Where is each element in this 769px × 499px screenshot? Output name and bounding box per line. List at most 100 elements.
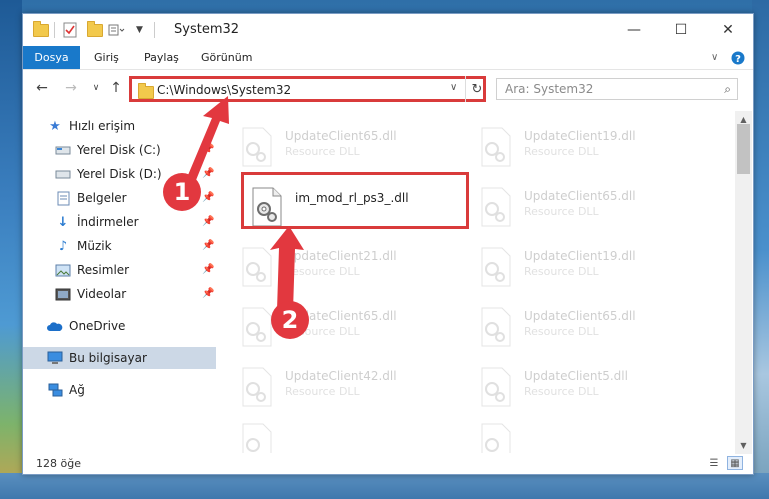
minimize-button[interactable]: — xyxy=(611,14,657,45)
search-input[interactable]: Ara: System32 xyxy=(505,82,593,96)
expand-ribbon-icon[interactable]: ∨ xyxy=(711,46,718,69)
sidebar-item-music[interactable]: ♪ Müzik xyxy=(55,235,215,257)
pin-icon[interactable]: 📌 xyxy=(202,288,214,299)
list-item[interactable]: UpdateClient21.dll Resource DLL xyxy=(233,245,433,295)
sidebar-item-label: Müzik xyxy=(77,239,112,253)
pin-icon[interactable]: 📌 xyxy=(202,264,214,275)
list-item[interactable]: UpdateClient65.dll Resource DLL xyxy=(472,185,672,235)
sidebar-item-label: Belgeler xyxy=(77,191,127,205)
sidebar-item-videos[interactable]: Videolar xyxy=(55,283,215,305)
tab-file[interactable]: Dosya xyxy=(23,46,80,69)
desktop-wallpaper-left xyxy=(0,0,22,499)
sidebar-item-label: Yerel Disk (C:) xyxy=(77,143,161,157)
maximize-button[interactable]: ☐ xyxy=(658,14,704,45)
tab-view[interactable]: Görünüm xyxy=(201,46,252,69)
list-item[interactable]: UpdateClient65.dll Resource DLL xyxy=(472,305,672,355)
dll-file-icon xyxy=(241,307,273,347)
downloads-icon: ↓ xyxy=(57,214,69,230)
computer-icon xyxy=(47,350,63,366)
file-highlight-box xyxy=(241,172,469,229)
tab-home[interactable]: Giriş xyxy=(94,46,119,69)
close-button[interactable]: ✕ xyxy=(705,14,751,45)
recent-locations-button[interactable]: ∨ xyxy=(86,78,106,98)
search-icon[interactable]: ⌕ xyxy=(724,82,731,97)
pin-icon[interactable]: 📌 xyxy=(202,192,214,203)
up-button[interactable]: ↑ xyxy=(106,78,126,98)
title-separator xyxy=(154,21,155,39)
desktop-wallpaper-bottom xyxy=(0,473,769,499)
list-item[interactable]: UpdateClient19.dll Resource DLL xyxy=(472,125,672,175)
star-icon: ★ xyxy=(49,118,61,134)
file-name: UpdateClient19.dll xyxy=(524,249,636,263)
file-type: Resource DLL xyxy=(524,325,599,338)
pin-icon[interactable]: 📌 xyxy=(202,168,214,179)
sidebar-item-quick-access[interactable]: ★ Hızlı erişim xyxy=(47,115,135,137)
dll-file-icon xyxy=(480,127,512,167)
sidebar-item-label: Videolar xyxy=(77,287,127,301)
window-title: System32 xyxy=(174,22,240,37)
dll-file-icon xyxy=(241,247,273,287)
dll-file-icon xyxy=(480,423,512,453)
ribbon-tabs: Dosya Giriş Paylaş Görünüm ∨ ? xyxy=(23,46,753,70)
dll-file-icon xyxy=(241,423,273,453)
title-bar: ▼ System32 — ☐ ✕ xyxy=(23,14,753,46)
file-type: Resource DLL xyxy=(285,145,360,158)
properties-icon[interactable] xyxy=(63,21,77,39)
sidebar-item-onedrive[interactable]: OneDrive xyxy=(47,315,125,337)
sidebar-item-this-pc[interactable]: Bu bilgisayar xyxy=(23,347,216,369)
dll-file-icon xyxy=(480,367,512,407)
pin-icon[interactable]: 📌 xyxy=(202,144,214,155)
dll-file-icon xyxy=(241,367,273,407)
sidebar-item-label: Resimler xyxy=(77,263,130,277)
sidebar-item-label: Ağ xyxy=(69,383,85,397)
music-icon: ♪ xyxy=(58,238,68,254)
pin-icon[interactable]: 📌 xyxy=(202,216,214,227)
refresh-icon[interactable]: ↻ xyxy=(465,76,488,102)
file-name: UpdateClient5.dll xyxy=(524,369,628,383)
pin-icon[interactable]: 📌 xyxy=(202,240,214,251)
details-view-icon[interactable]: ☰ xyxy=(706,456,722,470)
address-path[interactable]: C:\Windows\System32 xyxy=(157,83,291,97)
quick-access-folder-icon[interactable] xyxy=(33,20,49,39)
scroll-thumb[interactable] xyxy=(737,124,750,174)
sidebar-item-network[interactable]: Ağ xyxy=(47,379,85,401)
list-item[interactable]: UpdateClient19.dll Resource DLL xyxy=(472,245,672,295)
list-item[interactable]: UpdateClient42.dll Resource DLL xyxy=(233,365,433,415)
view-options-icon[interactable] xyxy=(108,21,126,39)
file-name: UpdateClient65.dll xyxy=(285,129,397,143)
cloud-icon xyxy=(47,318,63,334)
list-item[interactable] xyxy=(233,421,433,453)
sidebar-item-drive-c[interactable]: Yerel Disk (C:) xyxy=(55,139,215,161)
sidebar-item-label: Yerel Disk (D:) xyxy=(77,167,162,181)
search-box[interactable]: Ara: System32 ⌕ xyxy=(496,78,738,100)
list-item[interactable] xyxy=(472,421,672,453)
forward-button[interactable]: → xyxy=(61,78,81,98)
item-count: 128 öğe xyxy=(36,457,81,470)
new-folder-icon[interactable] xyxy=(87,20,103,39)
file-name: UpdateClient65.dll xyxy=(524,309,636,323)
list-item[interactable]: UpdateClient5.dll Resource DLL xyxy=(472,365,672,415)
vertical-scrollbar[interactable]: ▲ ▼ xyxy=(735,111,752,454)
sidebar-item-pictures[interactable]: Resimler xyxy=(55,259,215,281)
help-icon[interactable]: ? xyxy=(731,46,745,69)
scroll-down-icon[interactable]: ▼ xyxy=(735,437,752,454)
dll-file-icon xyxy=(241,127,273,167)
drive-icon xyxy=(55,166,71,182)
step-badge-2: 2 xyxy=(271,301,309,339)
explorer-window: ▼ System32 — ☐ ✕ Dosya Giriş Paylaş Görü… xyxy=(22,13,754,475)
address-bar[interactable]: C:\Windows\System32 ∨ ↻ xyxy=(129,76,486,102)
file-type: Resource DLL xyxy=(524,205,599,218)
back-button[interactable]: ← xyxy=(32,78,52,98)
list-item[interactable]: UpdateClient65.dll Resource DLL xyxy=(233,125,433,175)
tab-share[interactable]: Paylaş xyxy=(144,46,179,69)
large-icons-view-icon[interactable]: ▦ xyxy=(727,456,743,470)
quick-access-separator xyxy=(54,21,55,39)
dll-file-icon xyxy=(480,307,512,347)
file-name: UpdateClient42.dll xyxy=(285,369,397,383)
customize-toolbar-icon[interactable]: ▼ xyxy=(136,21,143,39)
list-item[interactable]: UpdateClient65.dll Resource DLL xyxy=(233,305,433,355)
pictures-icon xyxy=(55,262,71,278)
sidebar-item-downloads[interactable]: ↓ İndirmeler xyxy=(55,211,215,233)
address-dropdown-icon[interactable]: ∨ xyxy=(450,82,457,93)
sidebar-item-label: Hızlı erişim xyxy=(69,119,136,133)
